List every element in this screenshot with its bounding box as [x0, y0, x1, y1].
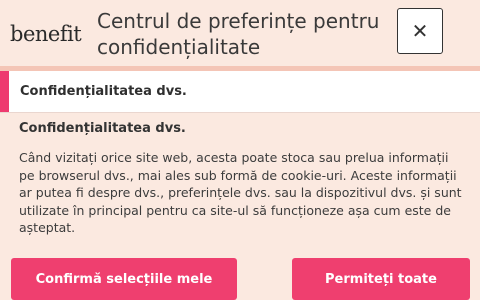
active-indicator — [0, 71, 9, 112]
preference-center-header: benefit Centrul de preferințe pentru con… — [0, 0, 480, 66]
sidebar-item-privacy[interactable]: Confidențialitatea dvs. — [0, 71, 480, 113]
content-heading: Confidențialitatea dvs. — [19, 121, 186, 136]
benefit-logo: benefit — [10, 22, 82, 46]
close-button[interactable]: ✕ — [397, 8, 443, 54]
allow-all-button[interactable]: Permiteți toate — [292, 258, 470, 300]
section-label: Confidențialitatea dvs. — [20, 84, 187, 99]
close-icon: ✕ — [411, 19, 429, 43]
footer-actions: Confirmă selecțiile mele Permiteți toate — [0, 245, 480, 300]
content-description: Când vizitați orice site web, acesta poa… — [19, 150, 462, 235]
confirm-choices-button[interactable]: Confirmă selecțiile mele — [11, 258, 237, 300]
page-title: Centrul de preferințe pentru confidenția… — [97, 9, 380, 59]
